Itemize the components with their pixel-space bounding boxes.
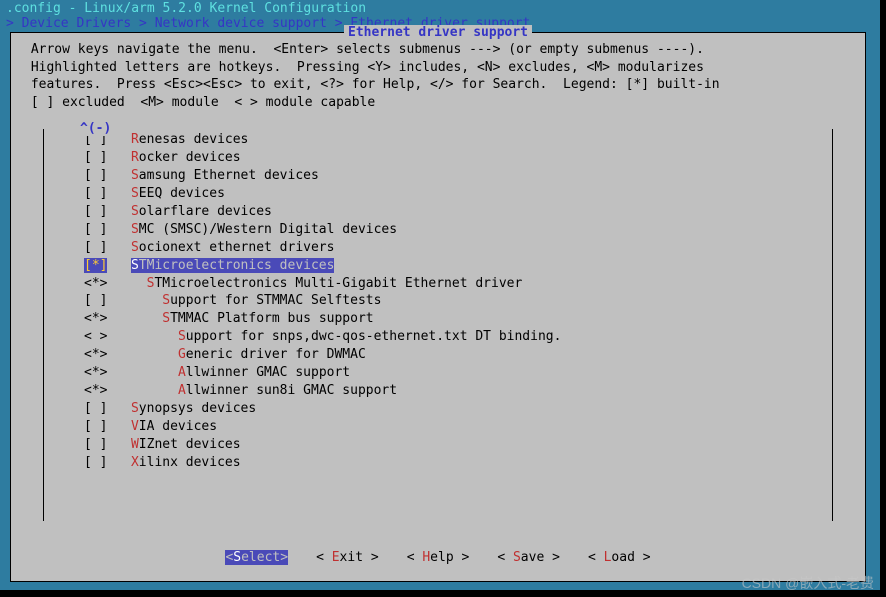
watermark: CSDN @嵌入式-老费 [742, 573, 874, 593]
terminal-window: .config - Linux/arm 5.2.0 Kernel Configu… [0, 0, 880, 590]
menu-item-10[interactable]: <*> STMMAC Platform bus support [84, 310, 832, 328]
menu-item-0[interactable]: [ ] Renesas devices [84, 131, 832, 149]
menu-item-3[interactable]: [ ] SEEQ devices [84, 185, 832, 203]
elp-button[interactable]: < Help > [407, 550, 470, 565]
menu-item-8[interactable]: <*> STMicroelectronics Multi-Gigabit Eth… [84, 275, 832, 293]
menu-item-11[interactable]: < > Support for snps,dwc-qos-ethernet.tx… [84, 328, 832, 346]
menu-item-18[interactable]: [ ] Xilinx devices [84, 454, 832, 472]
menu-item-9[interactable]: [ ] Support for STMMAC Selftests [84, 292, 832, 310]
help-text: Arrow keys navigate the menu. <Enter> se… [11, 33, 865, 111]
ave-button[interactable]: < Save > [497, 550, 560, 565]
menu-list[interactable]: [ ] Renesas devices[ ] Rocker devices[ ]… [44, 131, 832, 472]
elect-button[interactable]: <Select> [225, 550, 288, 565]
menu-item-2[interactable]: [ ] Samsung Ethernet devices [84, 167, 832, 185]
menu-item-6[interactable]: [ ] Socionext ethernet drivers [84, 239, 832, 257]
xit-button[interactable]: < Exit > [316, 550, 379, 565]
menu-item-12[interactable]: <*> Generic driver for DWMAC [84, 346, 832, 364]
menu-item-13[interactable]: <*> Allwinner GMAC support [84, 364, 832, 382]
menu-item-16[interactable]: [ ] VIA devices [84, 418, 832, 436]
menu-item-15[interactable]: [ ] Synopsys devices [84, 400, 832, 418]
menu-item-14[interactable]: <*> Allwinner sun8i GMAC support [84, 382, 832, 400]
config-title: .config - Linux/arm 5.2.0 Kernel Configu… [0, 0, 880, 16]
box-title: Ethernet driver support [344, 25, 532, 40]
oad-button[interactable]: < Load > [588, 550, 651, 565]
menu-item-17[interactable]: [ ] WIZnet devices [84, 436, 832, 454]
menu-item-4[interactable]: [ ] Solarflare devices [84, 203, 832, 221]
dialog-box: Ethernet driver support Arrow keys navig… [10, 32, 866, 582]
button-bar: <Select> < Exit > < Help > < Save > < Load > [11, 550, 865, 565]
scroll-up-indicator: ^(-) [78, 121, 113, 136]
menu-item-1[interactable]: [ ] Rocker devices [84, 149, 832, 167]
menu-item-5[interactable]: [ ] SMC (SMSC)/Western Digital devices [84, 221, 832, 239]
menu-item-7[interactable]: [*] STMicroelectronics devices [84, 257, 832, 275]
menu-container: ^(-) [ ] Renesas devices[ ] Rocker devic… [43, 129, 833, 521]
